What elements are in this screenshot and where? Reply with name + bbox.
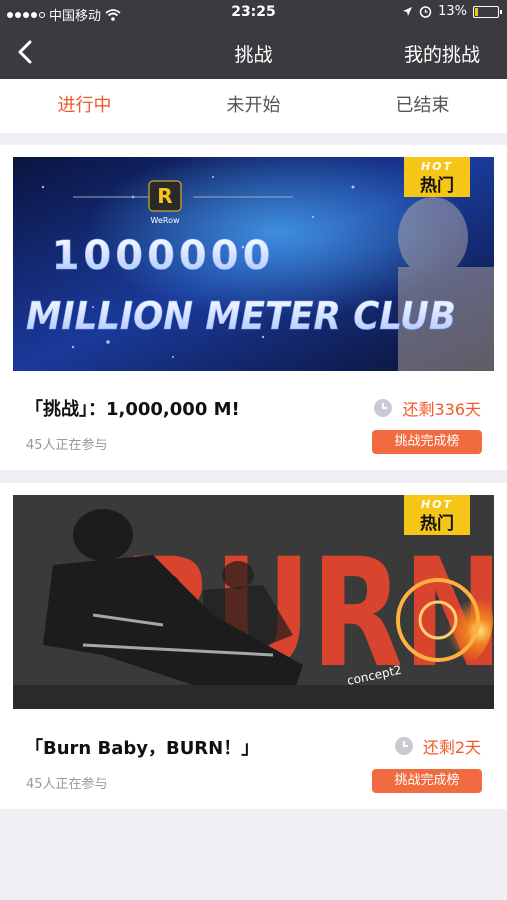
clock-icon — [374, 399, 393, 417]
remaining-days-text: 还剩336天 — [402, 400, 481, 419]
my-challenges-button[interactable]: 我的挑战 — [404, 40, 480, 67]
svg-text:R: R — [157, 184, 172, 208]
top-bar: 中国移动 23:25 13% 挑战 我的挑战 — [0, 0, 507, 79]
banner-brand: WeRow — [151, 216, 180, 225]
banner-number: 1000000 — [52, 233, 275, 279]
status-right: 13% — [402, 4, 502, 19]
hot-badge-cn: 热门 — [420, 175, 454, 196]
challenge-banner-image[interactable]: BURN concept2 HOT 热门 — [13, 495, 494, 709]
banner-headline: MILLION METER CLUB — [26, 294, 456, 338]
battery-percent: 13% — [438, 4, 467, 19]
location-arrow-icon — [403, 7, 413, 16]
tab-ongoing[interactable]: 进行中 — [0, 79, 169, 133]
battery-icon — [473, 5, 502, 18]
challenge-banner-image[interactable]: R WeRow 1000000 MILLION METER CLUB HOT 热… — [13, 157, 494, 371]
tab-ended[interactable]: 已结束 — [338, 79, 507, 133]
nav-bar: 挑战 我的挑战 — [0, 28, 507, 79]
challenge-title[interactable]: 「挑战」：1,000,000 M! — [25, 395, 240, 421]
participant-count: 45人正在参与 — [26, 777, 108, 792]
challenge-card[interactable]: R WeRow 1000000 MILLION METER CLUB HOT 热… — [0, 145, 507, 470]
challenge-title[interactable]: 「Burn Baby，BURN！」 — [25, 734, 259, 760]
challenge-card[interactable]: BURN concept2 HOT 热门 「Burn Baby，BURN！」 还… — [0, 483, 507, 809]
remaining-days: 还剩336天 — [373, 396, 481, 420]
hot-badge-en: HOT — [421, 498, 453, 511]
remaining-days-text: 还剩2天 — [422, 738, 481, 757]
leaderboard-button[interactable]: 挑战完成榜 — [372, 430, 482, 454]
hot-badge-cn: 热门 — [420, 513, 454, 534]
participant-count: 45人正在参与 — [26, 438, 108, 453]
alarm-icon — [419, 6, 432, 18]
remaining-days: 还剩2天 — [394, 734, 481, 758]
status-bar: 中国移动 23:25 13% — [0, 0, 507, 28]
tab-not-started[interactable]: 未开始 — [169, 79, 338, 133]
tab-bar: 进行中 未开始 已结束 — [0, 79, 507, 133]
clock-icon — [394, 737, 413, 755]
leaderboard-button[interactable]: 挑战完成榜 — [372, 769, 482, 793]
hot-badge-en: HOT — [421, 160, 453, 173]
